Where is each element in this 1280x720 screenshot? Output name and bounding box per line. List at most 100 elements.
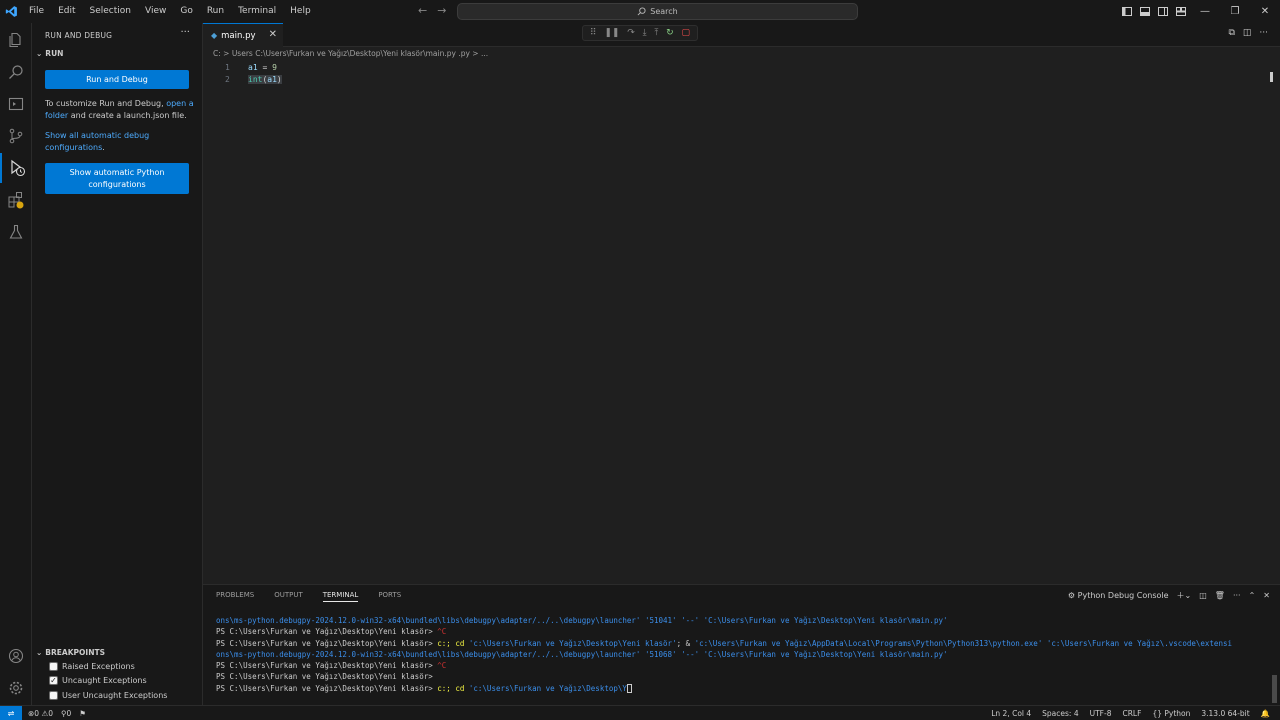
encoding[interactable]: UTF-8 bbox=[1090, 709, 1112, 718]
title-bar-controls: — ❐ ✕ bbox=[1118, 0, 1280, 23]
toggle-primary-sidebar-icon[interactable] bbox=[1118, 0, 1136, 23]
testing-flask-icon[interactable] bbox=[0, 217, 32, 247]
tab-output[interactable]: OUTPUT bbox=[274, 591, 303, 602]
step-into-icon[interactable]: ⤓ bbox=[643, 28, 647, 38]
code-line-2[interactable]: int(a1) bbox=[248, 75, 282, 84]
language-label: Python bbox=[1164, 709, 1191, 718]
tab-main-py[interactable]: ◆ main.py ✕ bbox=[203, 23, 283, 47]
minimize-icon[interactable]: — bbox=[1190, 0, 1220, 23]
breakpoint-user-uncaught-exceptions[interactable]: User Uncaught Exceptions bbox=[49, 691, 167, 700]
python-file-icon: ◆ bbox=[211, 31, 218, 40]
terminal-output[interactable]: ons\ms-python.debugpy-2024.12.0-win32-x6… bbox=[216, 615, 1274, 694]
source-control-icon[interactable] bbox=[0, 121, 32, 151]
debug-toolbar: ⠿ ❚❚ ↷ ⤓ ⤒ ↻ ▢ bbox=[582, 25, 698, 41]
step-out-icon[interactable]: ⤒ bbox=[654, 28, 658, 38]
new-terminal-icon[interactable]: ＋⌄ bbox=[1177, 590, 1192, 601]
kill-terminal-icon[interactable]: 🗑 bbox=[1215, 591, 1225, 600]
accounts-icon[interactable] bbox=[0, 641, 32, 671]
panel-tabs: PROBLEMS OUTPUT TERMINAL PORTS bbox=[216, 591, 401, 602]
terminal-scrollbar[interactable] bbox=[1272, 675, 1277, 703]
tab-ports[interactable]: PORTS bbox=[378, 591, 401, 602]
hint-text-start: To customize Run and Debug, bbox=[45, 99, 167, 108]
braces-icon: {} bbox=[1152, 709, 1162, 718]
terminal-line: PS C:\Users\Furkan ve Yağız\Desktop\Yeni… bbox=[216, 671, 1274, 682]
forward-arrow-icon[interactable]: → bbox=[437, 4, 446, 17]
ports-status[interactable]: ⚲0 bbox=[61, 709, 71, 718]
command-center-search[interactable]: Search bbox=[457, 3, 858, 20]
checkbox-unchecked[interactable] bbox=[49, 691, 58, 700]
menu-edit[interactable]: Edit bbox=[51, 0, 82, 23]
pause-icon[interactable]: ❚❚ bbox=[604, 28, 619, 38]
close-tab-icon[interactable]: ✕ bbox=[269, 29, 277, 40]
explorer-icon[interactable] bbox=[0, 25, 32, 55]
code-line-1[interactable]: a1 = 9 bbox=[248, 63, 277, 72]
run-and-debug-button[interactable]: Run and Debug bbox=[45, 70, 189, 89]
terminal-cmd: 'c:\Users\Furkan ve Yağız\Desktop\Y bbox=[468, 683, 627, 693]
split-editor-icon[interactable]: ◫ bbox=[1243, 28, 1252, 38]
breakpoint-raised-exceptions[interactable]: Raised Exceptions bbox=[49, 662, 135, 671]
vscode-logo-icon bbox=[0, 0, 22, 23]
code-editor[interactable]: 1 a1 = 9 2 int(a1) bbox=[203, 60, 1280, 584]
debug-status-icon[interactable]: ⚑ bbox=[79, 709, 86, 718]
code-token: 9 bbox=[272, 63, 277, 72]
split-terminal-icon[interactable]: ◫ bbox=[1199, 591, 1207, 600]
menu-file[interactable]: File bbox=[22, 0, 51, 23]
line-number: 1 bbox=[225, 63, 230, 72]
terminal-line: ons\ms-python.debugpy-2024.12.0-win32-x6… bbox=[216, 649, 948, 659]
debug-view-active-icon[interactable] bbox=[0, 153, 32, 183]
breakpoints-section-header[interactable]: ⌄ BREAKPOINTS bbox=[36, 648, 105, 657]
show-automatic-debug-configurations-link[interactable]: Show all automatic debug configurations bbox=[45, 131, 149, 152]
tab-problems[interactable]: PROBLEMS bbox=[216, 591, 254, 602]
menu-go[interactable]: Go bbox=[173, 0, 199, 23]
menu-terminal[interactable]: Terminal bbox=[231, 0, 283, 23]
automatic-debug-hint: Show all automatic debug configurations. bbox=[45, 130, 170, 154]
sidebar-more-actions-icon[interactable]: ··· bbox=[180, 27, 190, 38]
python-interpreter[interactable]: 3.13.0 64-bit bbox=[1201, 709, 1249, 718]
link-period: . bbox=[102, 143, 105, 152]
run-and-debug-sidebar-icon[interactable] bbox=[0, 89, 32, 119]
more-actions-icon[interactable]: ··· bbox=[1233, 591, 1241, 600]
navigation-buttons: ← → bbox=[418, 4, 446, 17]
menu-help[interactable]: Help bbox=[283, 0, 318, 23]
menu-selection[interactable]: Selection bbox=[83, 0, 138, 23]
status-left: ⊗0 ⚠0 ⚲0 ⚑ bbox=[28, 709, 86, 718]
close-window-icon[interactable]: ✕ bbox=[1250, 0, 1280, 23]
scrollbar-slider[interactable] bbox=[1270, 72, 1273, 82]
end-of-line[interactable]: CRLF bbox=[1122, 709, 1141, 718]
activity-bar bbox=[0, 23, 32, 705]
toggle-panel-icon[interactable] bbox=[1136, 0, 1154, 23]
terminal-line: PS C:\Users\Furkan ve Yağız\Desktop\Yeni… bbox=[216, 626, 1274, 637]
checkbox-unchecked[interactable] bbox=[49, 662, 58, 671]
restart-icon[interactable]: ↻ bbox=[666, 28, 674, 38]
breadcrumb[interactable]: C: > Users C:\Users\Furkan ve Yağız\Desk… bbox=[213, 49, 488, 58]
open-changes-icon[interactable]: ⧉ bbox=[1228, 28, 1234, 38]
checkbox-checked-icon[interactable]: ✓ bbox=[49, 676, 58, 685]
cursor-position[interactable]: Ln 2, Col 4 bbox=[991, 709, 1031, 718]
settings-gear-icon[interactable] bbox=[0, 673, 32, 703]
close-panel-icon[interactable]: ✕ bbox=[1263, 591, 1270, 600]
drag-handle-icon[interactable]: ⠿ bbox=[590, 28, 597, 38]
more-actions-icon[interactable]: ··· bbox=[1259, 28, 1268, 38]
language-mode[interactable]: {} Python bbox=[1152, 709, 1190, 718]
search-view-icon[interactable] bbox=[0, 57, 32, 87]
extensions-icon[interactable] bbox=[0, 185, 32, 215]
terminal-instance[interactable]: ⚙ Python Debug Console bbox=[1068, 591, 1169, 600]
indentation[interactable]: Spaces: 4 bbox=[1042, 709, 1078, 718]
maximize-panel-icon[interactable]: ⌃ bbox=[1249, 591, 1256, 600]
notifications-bell-icon[interactable]: 🔔 bbox=[1261, 709, 1270, 718]
problems-status[interactable]: ⊗0 ⚠0 bbox=[28, 709, 53, 718]
search-icon bbox=[637, 7, 646, 16]
restore-icon[interactable]: ❐ bbox=[1220, 0, 1250, 23]
menu-run[interactable]: Run bbox=[200, 0, 231, 23]
step-over-icon[interactable]: ↷ bbox=[627, 28, 635, 38]
menu-view[interactable]: View bbox=[138, 0, 173, 23]
show-python-configurations-button[interactable]: Show automatic Python configurations bbox=[45, 163, 189, 194]
breakpoint-uncaught-exceptions[interactable]: ✓ Uncaught Exceptions bbox=[49, 676, 147, 685]
back-arrow-icon[interactable]: ← bbox=[418, 4, 427, 17]
stop-icon[interactable]: ▢ bbox=[682, 28, 691, 38]
tab-terminal[interactable]: TERMINAL bbox=[322, 591, 359, 602]
remote-indicator-icon[interactable]: ⇌ bbox=[0, 705, 22, 720]
run-section-header[interactable]: ⌄ RUN bbox=[36, 49, 63, 58]
customize-layout-icon[interactable] bbox=[1172, 0, 1190, 23]
toggle-secondary-sidebar-icon[interactable] bbox=[1154, 0, 1172, 23]
